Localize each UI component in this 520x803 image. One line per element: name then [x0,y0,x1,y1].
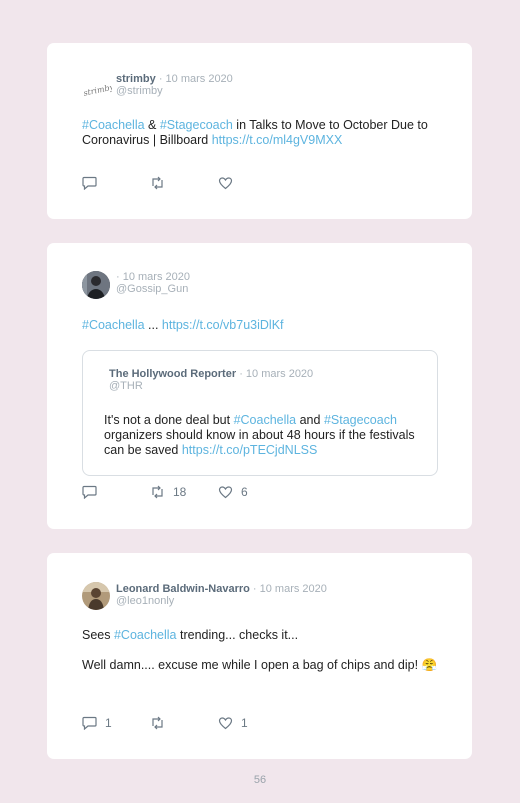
reply-icon [82,176,97,190]
quoted-tweet-date[interactable]: · 10 mars 2020 [239,368,313,380]
hashtag-stagecoach[interactable]: #Stagecoach [324,413,397,427]
tweet-card-2: · 10 mars 2020 @Gossip_Gun #Coachella ..… [47,243,472,529]
text-segment: It's not a done deal but [104,413,234,427]
quoted-tweet-header: The Hollywood Reporter · 10 mars 2020 @T… [109,368,313,392]
quoted-tweet-link[interactable]: https://t.co/pTECjdNLSS [182,443,317,457]
reply-button[interactable] [82,176,105,190]
reply-icon [82,716,97,730]
text-segment: & [144,118,160,132]
text-segment: Sees [82,628,114,642]
avatar-leo1nonly[interactable] [82,582,110,610]
author-name[interactable]: strimby [116,73,156,85]
author-handle[interactable]: @Gossip_Gun [116,283,190,295]
tweet-card-1: strimby strimby · 10 mars 2020 @strimby … [47,43,472,219]
page-number: 56 [253,774,267,786]
author-handle[interactable]: @leo1nonly [116,595,327,607]
text-segment: ... [144,318,162,332]
tweet-header: · 10 mars 2020 @Gossip_Gun [116,271,190,295]
tweet-text: #Coachella & #Stagecoach in Talks to Mov… [82,118,442,148]
hashtag-coachella[interactable]: #Coachella [234,413,297,427]
text-segment: trending... checks it... [176,628,299,642]
retweet-icon [152,716,163,730]
quoted-author-handle[interactable]: @THR [109,380,313,392]
like-button[interactable]: 6 [218,485,248,499]
like-button[interactable] [218,176,241,190]
like-icon [218,177,233,190]
tweet-header: Leonard Baldwin-Navarro · 10 mars 2020 @… [116,583,327,607]
tweet-card-3: Leonard Baldwin-Navarro · 10 mars 2020 @… [47,553,472,759]
hashtag-coachella[interactable]: #Coachella [114,628,177,642]
retweet-button[interactable]: 18 [150,485,186,499]
tweet-date[interactable]: · 10 mars 2020 [159,73,233,85]
strimby-logo-text: strimby [83,82,112,97]
retweet-icon [152,485,163,499]
author-handle[interactable]: @strimby [116,85,233,97]
quoted-tweet[interactable]: The Hollywood Reporter · 10 mars 2020 @T… [82,350,438,476]
retweet-icon [152,176,163,190]
retweet-button[interactable] [150,716,173,730]
tweet-paragraph-1: Sees #Coachella trending... checks it... [82,628,442,643]
retweet-count: 18 [173,485,187,499]
tweet-date[interactable]: · 10 mars 2020 [253,583,327,595]
like-icon [218,486,233,499]
reply-button[interactable]: 1 [82,716,112,730]
tweet-date[interactable]: · 10 mars 2020 [116,271,190,283]
like-icon [218,717,233,730]
author-name[interactable]: Leonard Baldwin-Navarro [116,583,250,595]
hashtag-coachella[interactable]: #Coachella [82,318,145,332]
retweet-button[interactable] [150,176,173,190]
hashtag-stagecoach[interactable]: #Stagecoach [160,118,233,132]
like-button[interactable]: 1 [218,716,248,730]
tweet-link[interactable]: https://t.co/vb7u3iDlKf [162,318,284,332]
text-segment: and [296,413,324,427]
quoted-tweet-text: It's not a done deal but #Coachella and … [104,413,424,458]
avatar-strimby[interactable]: strimby [82,75,112,103]
reply-button[interactable] [82,485,105,499]
tweet-paragraph-2: Well damn.... excuse me while I open a b… [82,658,438,672]
reply-icon [82,485,97,499]
tweet-text: Sees #Coachella trending... checks it...… [82,628,442,673]
quoted-author-name[interactable]: The Hollywood Reporter [109,368,236,380]
like-count: 6 [241,485,248,499]
avatar-gossip-gun[interactable] [82,271,110,299]
hashtag-coachella[interactable]: #Coachella [82,118,145,132]
like-count: 1 [241,716,248,730]
tweet-header: strimby · 10 mars 2020 @strimby [116,73,233,97]
reply-count: 1 [105,716,112,730]
tweet-link[interactable]: https://t.co/ml4gV9MXX [212,133,343,147]
tweet-text: #Coachella ... https://t.co/vb7u3iDlKf [82,318,442,333]
